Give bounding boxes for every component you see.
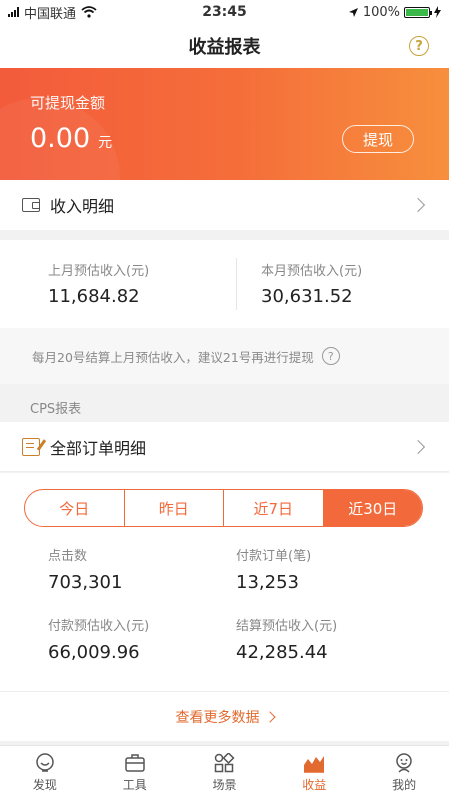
period-tab-30-days[interactable]: 近30日	[323, 490, 422, 526]
period-tab-7-days[interactable]: 近7日	[224, 490, 324, 526]
metric-clicks: 点击数 703,301	[48, 545, 236, 593]
balance-value: 0.00	[30, 123, 91, 154]
signal-icon	[8, 7, 19, 17]
notice-text: 每月20号结算上月预估收入，建议21号再进行提现	[32, 349, 314, 365]
metric-label: 点击数	[48, 549, 88, 564]
withdraw-button[interactable]: 提现	[342, 125, 414, 153]
summary-this-month: 本月预估收入(元) 30,631.52	[237, 240, 449, 328]
location-arrow-icon	[348, 7, 358, 17]
question-icon[interactable]: ?	[321, 347, 340, 365]
cps-section-label: CPS报表	[30, 401, 82, 417]
metric-label: 结算预估收入(元)	[236, 619, 338, 634]
metric-label: 上月预估收入(元)	[48, 264, 150, 279]
metric-label: 本月预估收入(元)	[261, 264, 363, 279]
metric-value: 703,301	[48, 572, 123, 593]
tab-scenes[interactable]: 场景	[180, 746, 270, 799]
page-title: 收益报表	[188, 37, 261, 58]
profile-icon	[396, 752, 412, 773]
summary-last-month: 上月预估收入(元) 11,684.82	[0, 240, 236, 328]
tab-label: 我的	[392, 777, 417, 792]
chevron-right-icon	[410, 439, 426, 454]
help-icon[interactable]: ?	[409, 36, 429, 56]
battery-percent: 100%	[362, 4, 400, 20]
discover-icon	[36, 752, 54, 772]
status-bar: 中国联通 23:45 100%	[0, 0, 449, 24]
tab-bar: 发现 工具 场景 收益 我的	[0, 745, 449, 799]
metrics-grid: 点击数 703,301 付款订单(笔) 13,253 付款预估收入(元) 66,…	[0, 545, 449, 663]
tab-discover[interactable]: 发现	[0, 746, 90, 799]
metric-value: 42,285.44	[236, 642, 328, 663]
tab-earnings[interactable]: 收益	[269, 746, 359, 799]
metric-label: 付款预估收入(元)	[48, 619, 150, 634]
tab-label: 收益	[302, 777, 327, 792]
carrier-name: 中国联通	[24, 6, 77, 22]
all-orders-row[interactable]: 全部订单明细	[0, 422, 449, 472]
battery-icon	[404, 6, 432, 18]
income-detail-label: 收入明细	[50, 197, 115, 216]
view-more-data-link[interactable]: 查看更多数据	[0, 692, 449, 741]
charging-icon	[434, 6, 441, 18]
metric-value: 13,253	[236, 572, 299, 593]
all-orders-label: 全部订单明细	[50, 438, 147, 458]
settlement-notice: 每月20号结算上月预估收入，建议21号再进行提现 ?	[0, 328, 449, 384]
wifi-icon	[81, 6, 97, 18]
metric-value: 66,009.96	[48, 642, 140, 663]
order-edit-icon	[22, 437, 40, 456]
balance-label: 可提现金额	[30, 94, 106, 112]
metric-paid-estimated-income: 付款预估收入(元) 66,009.96	[48, 615, 236, 663]
metric-label: 付款订单(笔)	[236, 549, 312, 564]
income-detail-row[interactable]: 收入明细	[0, 180, 449, 230]
tab-mine[interactable]: 我的	[359, 746, 449, 799]
period-tab-yesterday[interactable]: 昨日	[125, 490, 224, 526]
earnings-chart-icon	[304, 755, 325, 773]
period-tab-today[interactable]: 今日	[25, 490, 125, 526]
chevron-right-icon	[410, 197, 426, 213]
tab-label: 发现	[32, 777, 57, 792]
period-selector: 今日 昨日 近7日 近30日	[24, 489, 423, 527]
view-more-label: 查看更多数据	[175, 709, 260, 726]
chevron-right-icon	[263, 710, 276, 723]
balance-banner: 可提现金额 0.00 元 提现	[0, 68, 449, 180]
wallet-icon	[22, 198, 40, 212]
metric-value: 11,684.82	[48, 286, 140, 307]
toolbox-icon	[124, 753, 145, 772]
balance-amount: 0.00 元	[30, 123, 112, 154]
tab-tools[interactable]: 工具	[90, 746, 180, 799]
monthly-summary: 上月预估收入(元) 11,684.82 本月预估收入(元) 30,631.52	[0, 240, 449, 328]
nav-bar: 收益报表 ?	[0, 24, 449, 68]
tab-label: 场景	[212, 777, 237, 792]
balance-unit: 元	[98, 135, 113, 151]
metric-value: 30,631.52	[261, 286, 353, 307]
scenes-icon	[215, 752, 235, 772]
cps-stats: 今日 昨日 近7日 近30日 点击数 703,301 付款订单(笔) 13,25…	[0, 473, 449, 741]
metric-paid-orders: 付款订单(笔) 13,253	[236, 545, 436, 593]
tab-label: 工具	[122, 777, 147, 792]
metric-settled-estimated-income: 结算预估收入(元) 42,285.44	[236, 615, 436, 663]
